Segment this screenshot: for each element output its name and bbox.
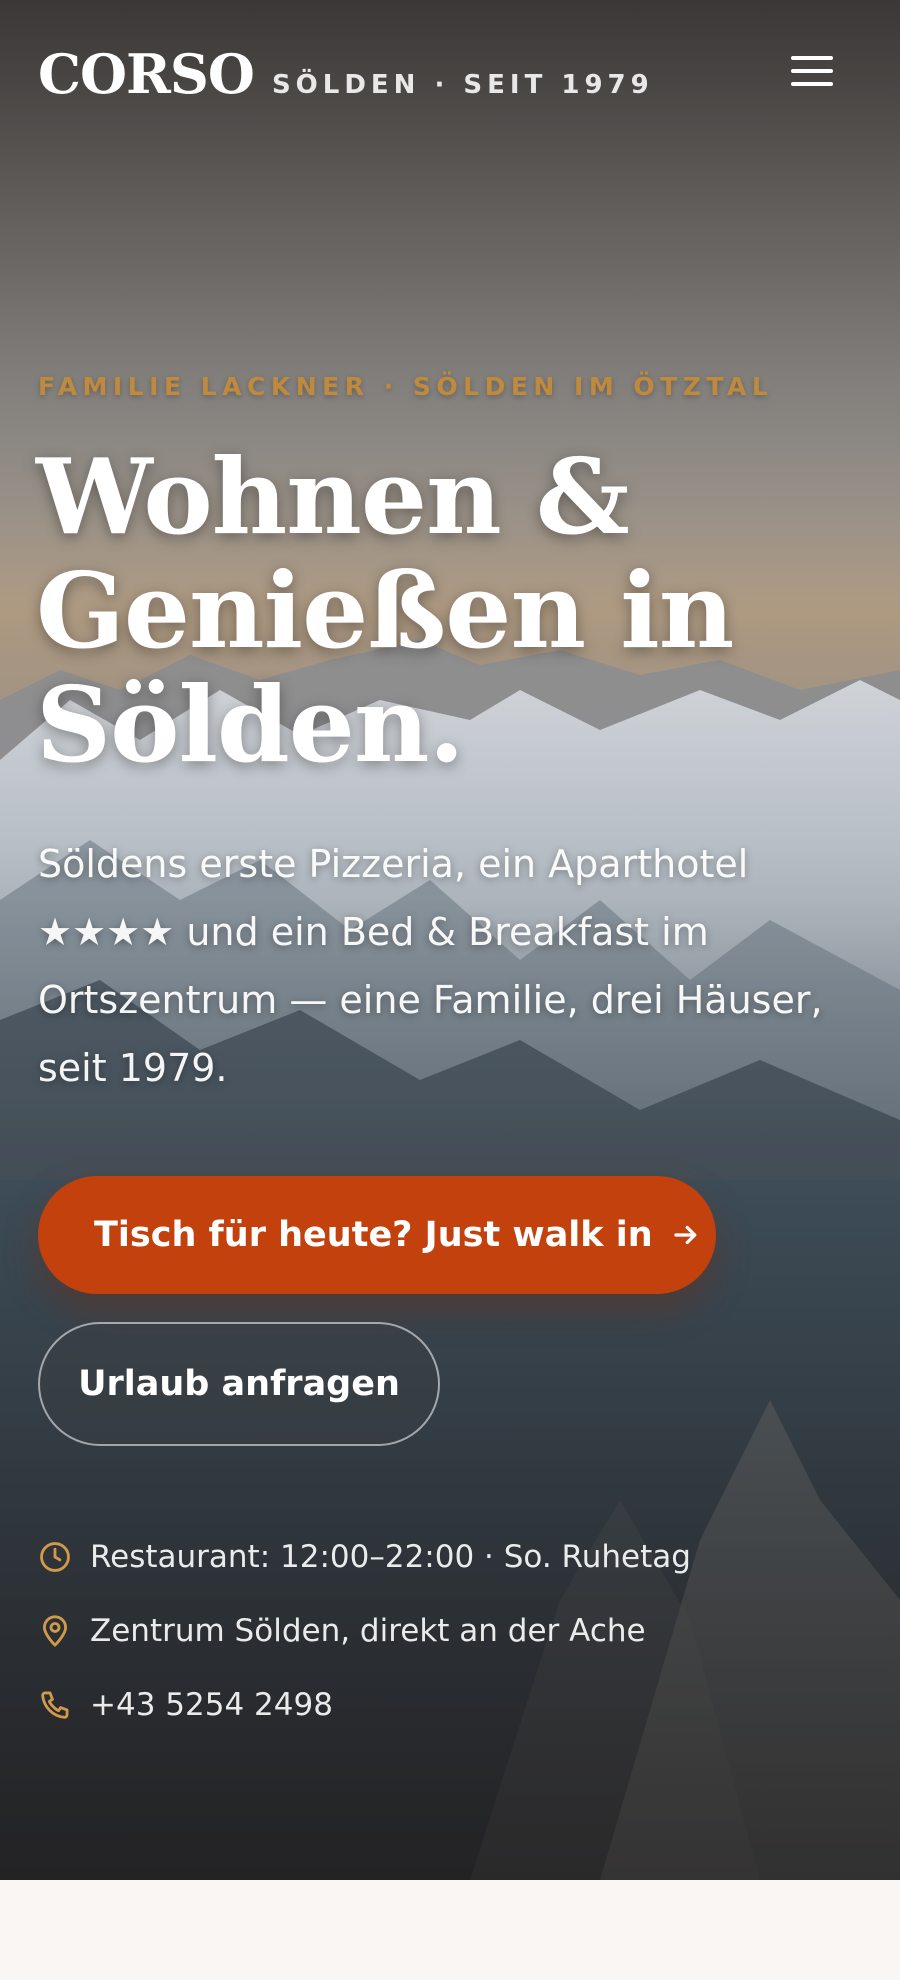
headline-line-3: Sölden.	[36, 663, 465, 786]
logo-tagline: SÖLDEN · SEIT 1979	[271, 70, 654, 100]
logo[interactable]: CORSO	[38, 42, 255, 106]
hero-eyebrow: FAMILIE LACKNER · SÖLDEN IM ÖTZTAL	[38, 372, 774, 401]
hero-intro-text: Söldens erste Pizzeria, ein Aparthotel ★…	[38, 842, 823, 1090]
hero-section: CORSO SÖLDEN · SEIT 1979 FAMILIE LACKNER…	[0, 0, 900, 1880]
phone-item[interactable]: +43 5254 2498	[38, 1686, 691, 1724]
vacation-inquiry-button-label: Urlaub anfragen	[78, 1364, 400, 1404]
arrow-right-icon	[674, 1225, 697, 1245]
hamburger-menu-icon-line-2	[791, 69, 833, 73]
phone-number-link[interactable]: +43 5254 2498	[90, 1687, 333, 1723]
hamburger-menu-icon	[791, 56, 833, 60]
vacation-inquiry-button[interactable]: Urlaub anfragen	[38, 1322, 440, 1446]
next-section	[0, 1880, 900, 1980]
hamburger-menu-icon-line-3	[791, 82, 833, 86]
site-header: CORSO SÖLDEN · SEIT 1979	[38, 42, 654, 106]
address-item: Zentrum Sölden, direkt an der Ache	[38, 1612, 691, 1650]
menu-button[interactable]	[784, 50, 840, 96]
headline-line-1: Wohnen &	[36, 435, 630, 558]
location-pin-icon	[42, 1615, 68, 1647]
phone-icon	[41, 1691, 69, 1719]
hero-headline: Wohnen & Genießen in Sölden.	[36, 440, 856, 782]
clock-icon	[40, 1542, 70, 1572]
opening-hours-item: Restaurant: 12:00–22:00 · So. Ruhetag	[38, 1538, 691, 1576]
walk-in-button-label: Tisch für heute? Just walk in	[94, 1215, 653, 1255]
opening-hours-text: Restaurant: 12:00–22:00 · So. Ruhetag	[90, 1539, 691, 1575]
address-text: Zentrum Sölden, direkt an der Ache	[90, 1613, 646, 1649]
contact-info-list: Restaurant: 12:00–22:00 · So. Ruhetag Ze…	[38, 1538, 691, 1760]
headline-line-2: Genießen in	[36, 549, 734, 672]
walk-in-button[interactable]: Tisch für heute? Just walk in	[38, 1176, 716, 1294]
